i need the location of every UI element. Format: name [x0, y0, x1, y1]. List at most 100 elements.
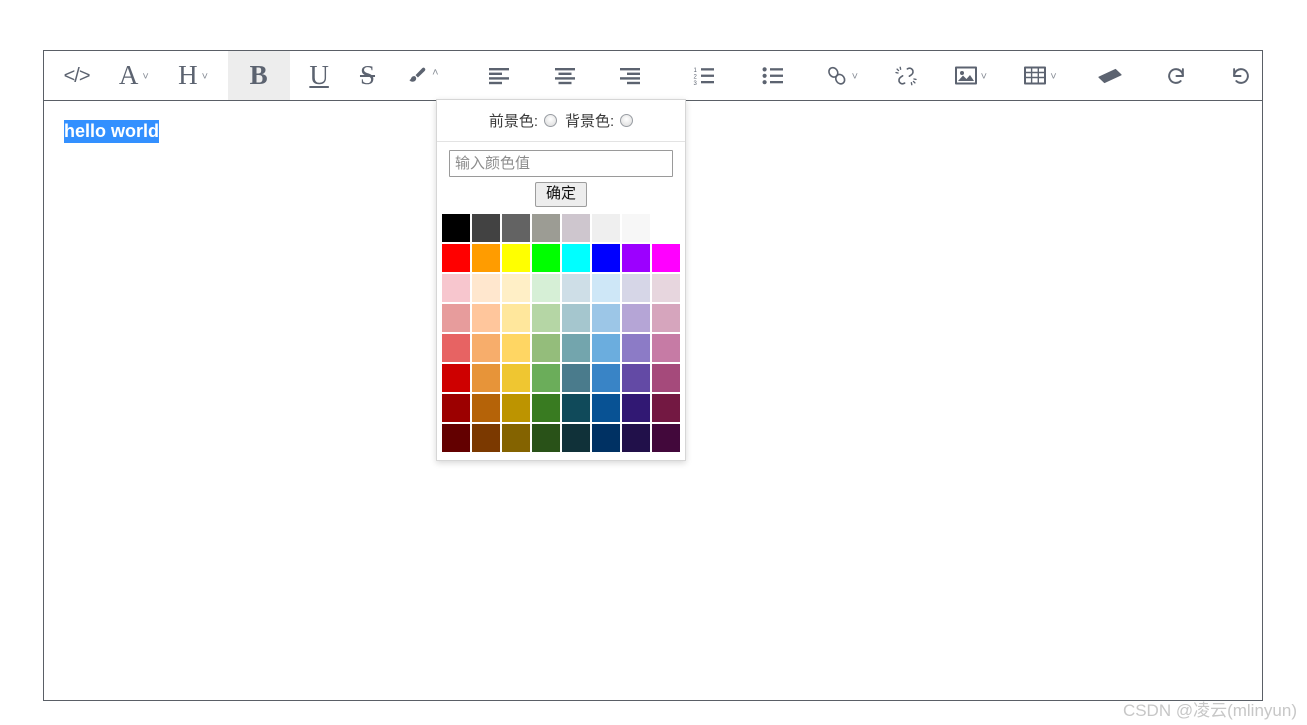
color-swatch[interactable]: [652, 213, 680, 242]
color-swatch[interactable]: [562, 273, 590, 302]
align-right-button[interactable]: [605, 51, 655, 100]
color-swatch[interactable]: [622, 423, 650, 452]
color-swatch[interactable]: [562, 393, 590, 422]
color-swatch[interactable]: [472, 423, 500, 452]
color-swatch[interactable]: [622, 393, 650, 422]
color-swatch[interactable]: [652, 363, 680, 392]
color-swatch[interactable]: [442, 303, 470, 332]
foreground-color-option[interactable]: 前景色:: [489, 110, 557, 131]
color-swatch[interactable]: [502, 243, 530, 272]
font-family-button[interactable]: A ˅: [109, 51, 158, 100]
color-swatch[interactable]: [652, 393, 680, 422]
confirm-button[interactable]: 确定: [534, 182, 587, 207]
chevron-up-icon: ˄: [432, 67, 439, 79]
color-swatch[interactable]: [442, 243, 470, 272]
source-code-button[interactable]: </>: [54, 51, 99, 100]
insert-image-button[interactable]: ˅: [945, 51, 997, 100]
insert-table-button[interactable]: ˅: [1014, 51, 1066, 100]
color-swatch[interactable]: [502, 423, 530, 452]
color-swatch[interactable]: [532, 273, 560, 302]
color-swatch[interactable]: [652, 303, 680, 332]
foreground-color-radio[interactable]: [544, 114, 557, 127]
color-swatch[interactable]: [562, 423, 590, 452]
code-icon: </>: [63, 64, 91, 87]
color-swatch[interactable]: [592, 423, 620, 452]
bold-button[interactable]: B: [227, 51, 290, 100]
color-swatch[interactable]: [472, 303, 500, 332]
color-swatch[interactable]: [562, 243, 590, 272]
color-swatch[interactable]: [442, 423, 470, 452]
clear-format-button[interactable]: [1088, 51, 1132, 100]
color-swatch[interactable]: [472, 243, 500, 272]
color-swatch[interactable]: [502, 393, 530, 422]
background-color-option[interactable]: 背景色:: [565, 110, 634, 131]
color-swatch[interactable]: [592, 303, 620, 332]
color-swatch[interactable]: [592, 363, 620, 392]
color-swatch[interactable]: [592, 273, 620, 302]
insert-link-button[interactable]: ˅: [816, 51, 868, 100]
color-swatch[interactable]: [562, 303, 590, 332]
color-swatch[interactable]: [622, 273, 650, 302]
color-swatch[interactable]: [472, 393, 500, 422]
background-color-radio[interactable]: [620, 114, 634, 127]
color-swatch[interactable]: [592, 333, 620, 362]
color-swatch[interactable]: [592, 213, 620, 242]
color-swatch[interactable]: [622, 333, 650, 362]
color-swatch[interactable]: [532, 333, 560, 362]
color-swatch[interactable]: [652, 243, 680, 272]
strikethrough-button[interactable]: S: [349, 51, 387, 100]
align-center-button[interactable]: [540, 51, 590, 100]
color-swatch[interactable]: [472, 363, 500, 392]
color-swatch[interactable]: [532, 363, 560, 392]
heading-button[interactable]: H ˅: [168, 51, 217, 100]
color-swatch[interactable]: [472, 273, 500, 302]
color-swatch[interactable]: [592, 393, 620, 422]
color-swatch[interactable]: [442, 213, 470, 242]
selected-text[interactable]: hello world: [64, 120, 160, 143]
color-swatch[interactable]: [652, 423, 680, 452]
color-swatch[interactable]: [502, 303, 530, 332]
color-swatch[interactable]: [652, 273, 680, 302]
color-swatch[interactable]: [532, 243, 560, 272]
color-swatch[interactable]: [622, 243, 650, 272]
color-swatch[interactable]: [562, 213, 590, 242]
color-swatch[interactable]: [622, 303, 650, 332]
bullet-list-button[interactable]: [752, 51, 794, 100]
color-swatch[interactable]: [562, 363, 590, 392]
color-swatch[interactable]: [532, 303, 560, 332]
redo-button[interactable]: [1155, 51, 1197, 100]
text-color-button[interactable]: ˄: [396, 51, 448, 100]
color-swatch[interactable]: [472, 333, 500, 362]
color-swatch[interactable]: [442, 393, 470, 422]
color-swatch[interactable]: [592, 243, 620, 272]
align-left-button[interactable]: [474, 51, 524, 100]
ordered-list-button[interactable]: 1 2 3: [683, 51, 725, 100]
font-letter-a-icon: A: [118, 60, 139, 90]
color-swatch[interactable]: [532, 393, 560, 422]
color-swatch[interactable]: [502, 363, 530, 392]
color-swatch[interactable]: [502, 213, 530, 242]
color-swatch[interactable]: [532, 213, 560, 242]
undo-button[interactable]: [1220, 51, 1262, 100]
unlink-button[interactable]: [886, 51, 928, 100]
color-swatch[interactable]: [442, 363, 470, 392]
color-value-input[interactable]: [449, 150, 673, 177]
color-swatch[interactable]: [622, 363, 650, 392]
underline-button[interactable]: U: [300, 51, 339, 100]
color-swatch-grid: [437, 213, 685, 452]
color-swatch[interactable]: [442, 333, 470, 362]
color-swatch[interactable]: [562, 333, 590, 362]
color-swatch[interactable]: [652, 333, 680, 362]
color-swatch[interactable]: [502, 273, 530, 302]
color-swatch[interactable]: [502, 333, 530, 362]
color-swatch[interactable]: [532, 423, 560, 452]
color-swatch[interactable]: [442, 273, 470, 302]
color-swatch[interactable]: [622, 213, 650, 242]
color-swatch[interactable]: [472, 213, 500, 242]
